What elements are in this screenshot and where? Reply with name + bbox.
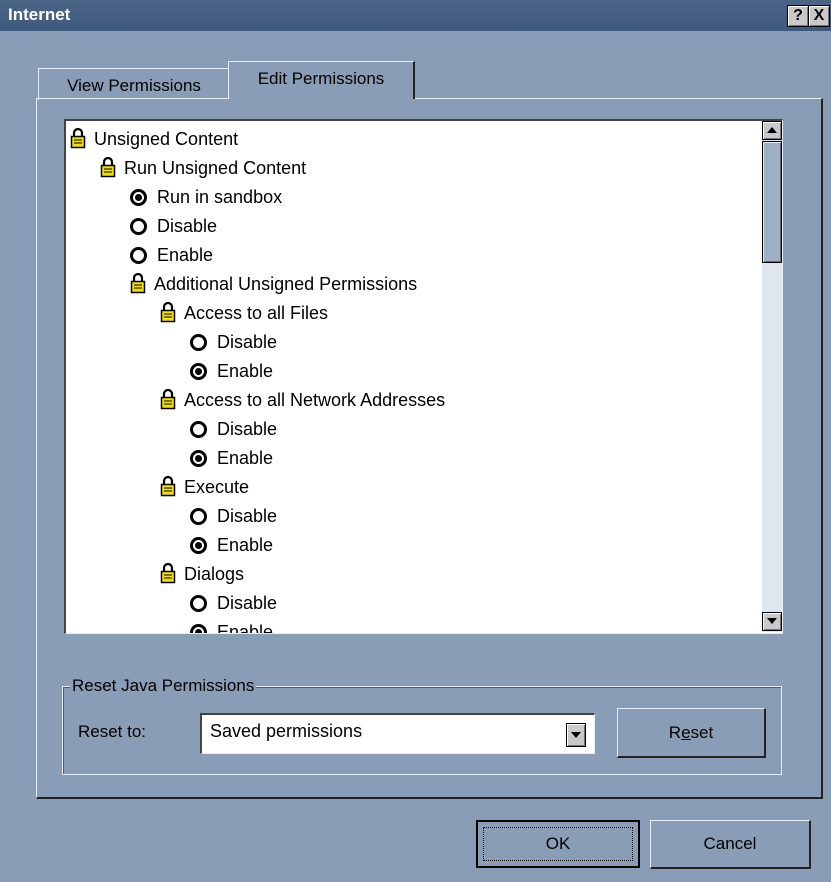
reset-button[interactable]: Reset bbox=[617, 708, 766, 758]
tree-radio-option[interactable]: Disable bbox=[190, 502, 277, 531]
radio-checked-icon[interactable] bbox=[190, 536, 207, 554]
lock-icon bbox=[130, 273, 146, 294]
radio-unchecked-icon[interactable] bbox=[130, 217, 147, 235]
tree-item-label: Enable bbox=[157, 245, 214, 265]
radio-unchecked-icon[interactable] bbox=[190, 333, 207, 351]
window-title: Internet bbox=[8, 5, 71, 24]
radio-checked-icon[interactable] bbox=[130, 188, 147, 206]
tree-item-label: Enable bbox=[217, 448, 274, 468]
tree-item-label: Disable bbox=[157, 216, 218, 236]
tree-radio-option[interactable]: Disable bbox=[190, 589, 277, 618]
tree-item-label: Enable bbox=[217, 622, 274, 633]
reset-to-dropdown[interactable]: Saved permissions bbox=[200, 713, 595, 754]
tree-radio-option[interactable]: Enable bbox=[190, 618, 273, 633]
reset-to-selected: Saved permissions bbox=[210, 721, 363, 741]
dialog-window: Internet ? X View Permissions Edit Permi… bbox=[0, 0, 831, 882]
scroll-down-button[interactable] bbox=[762, 612, 782, 631]
tree-radio-option[interactable]: Run in sandbox bbox=[130, 183, 282, 212]
close-button[interactable]: X bbox=[808, 5, 830, 27]
lock-icon bbox=[160, 476, 176, 497]
dropdown-arrow-button[interactable] bbox=[566, 723, 586, 747]
radio-unchecked-icon[interactable] bbox=[190, 420, 207, 438]
tree-item-label: Run in sandbox bbox=[157, 187, 283, 207]
permissions-tree-body: Unsigned Content Run Unsigned Content Run … bbox=[66, 125, 758, 633]
tree-scrollbar[interactable] bbox=[762, 121, 782, 632]
lock-icon bbox=[100, 157, 116, 178]
cancel-button[interactable]: Cancel bbox=[650, 820, 811, 869]
tree-item-label: Disable bbox=[217, 593, 278, 613]
reset-to-label: Reset to: bbox=[78, 722, 147, 741]
tree-radio-option[interactable]: Enable bbox=[190, 357, 273, 386]
help-button[interactable]: ? bbox=[787, 5, 809, 27]
lock-icon bbox=[160, 563, 176, 584]
tab-edit-permissions[interactable]: Edit Permissions bbox=[228, 61, 415, 99]
tree-radio-option[interactable]: Disable bbox=[190, 415, 277, 444]
title-bar[interactable]: Internet ? X bbox=[0, 0, 831, 31]
tree-item-label: Dialogs bbox=[184, 564, 245, 584]
radio-checked-icon[interactable] bbox=[190, 449, 207, 467]
tree-item-label: Additional Unsigned Permissions bbox=[154, 274, 418, 294]
ok-button[interactable]: OK bbox=[476, 820, 640, 868]
tree-item-label: Run Unsigned Content bbox=[124, 158, 307, 178]
chevron-down-icon bbox=[571, 732, 581, 738]
tree-node[interactable]: Dialogs bbox=[160, 560, 244, 589]
tree-radio-option[interactable]: Disable bbox=[190, 328, 277, 357]
arrow-down-icon bbox=[767, 618, 777, 624]
tree-node[interactable]: Execute bbox=[160, 473, 249, 502]
tree-node[interactable]: Access to all Files bbox=[160, 299, 328, 328]
tree-item-label: Access to all Files bbox=[184, 303, 329, 323]
tree-item-label: Disable bbox=[217, 506, 278, 526]
radio-checked-icon[interactable] bbox=[190, 623, 207, 633]
radio-checked-icon[interactable] bbox=[190, 362, 207, 380]
reset-group-legend: Reset Java Permissions bbox=[70, 675, 257, 697]
scroll-thumb[interactable] bbox=[762, 141, 782, 263]
lock-icon bbox=[160, 302, 176, 323]
tree-node[interactable]: Additional Unsigned Permissions bbox=[130, 270, 417, 299]
tab-view-permissions[interactable]: View Permissions bbox=[38, 68, 229, 100]
radio-unchecked-icon[interactable] bbox=[190, 507, 207, 525]
tree-item-label: Enable bbox=[217, 535, 274, 555]
radio-unchecked-icon[interactable] bbox=[190, 594, 207, 612]
tree-item-label: Disable bbox=[217, 419, 278, 439]
lock-icon bbox=[70, 128, 86, 149]
tree-item-label: Unsigned Content bbox=[94, 129, 239, 149]
tree-radio-option[interactable]: Disable bbox=[130, 212, 217, 241]
tree-node[interactable]: Unsigned Content bbox=[70, 125, 238, 154]
tree-node[interactable]: Access to all Network Addresses bbox=[160, 386, 445, 415]
tree-node[interactable]: Run Unsigned Content bbox=[100, 154, 306, 183]
lock-icon bbox=[160, 389, 176, 410]
tree-radio-option[interactable]: Enable bbox=[130, 241, 213, 270]
tree-item-label: Access to all Network Addresses bbox=[184, 390, 446, 410]
scroll-up-button[interactable] bbox=[762, 121, 782, 140]
tree-item-label: Execute bbox=[184, 477, 250, 497]
tree-item-label: Disable bbox=[217, 332, 278, 352]
tree-radio-option[interactable]: Enable bbox=[190, 531, 273, 560]
permissions-tree[interactable]: Unsigned Content Run Unsigned Content Run … bbox=[64, 119, 783, 634]
tree-radio-option[interactable]: Enable bbox=[190, 444, 273, 473]
radio-unchecked-icon[interactable] bbox=[130, 246, 147, 264]
tree-item-label: Enable bbox=[217, 361, 274, 381]
arrow-up-icon bbox=[767, 127, 777, 133]
